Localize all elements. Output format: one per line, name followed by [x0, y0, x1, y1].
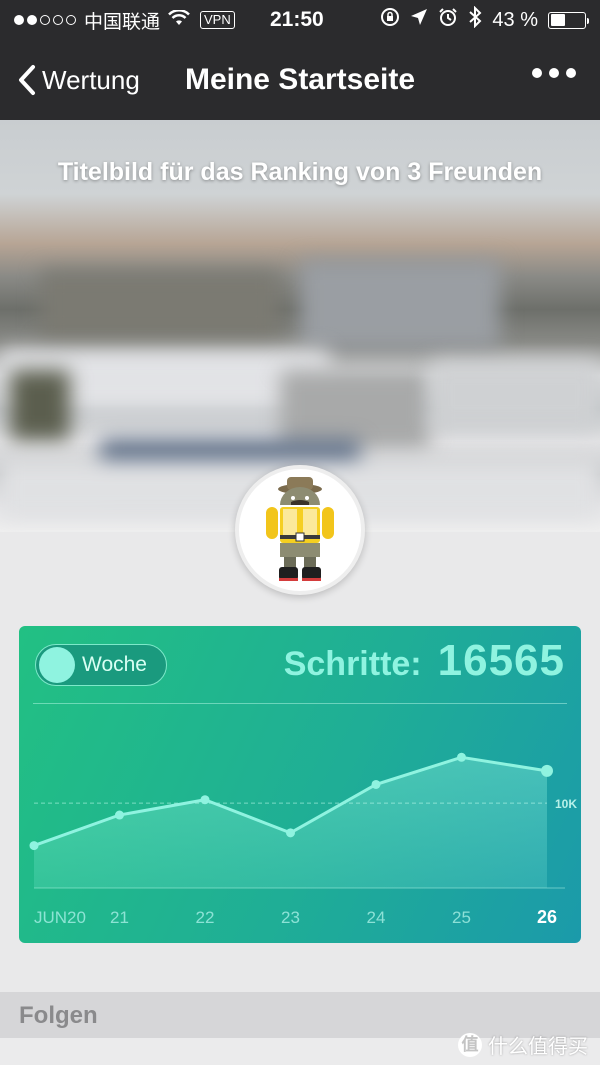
data-point [371, 779, 381, 789]
android-avatar-icon [266, 477, 334, 581]
status-time: 21:50 [270, 8, 324, 31]
x-tick-label: 25 [452, 908, 471, 927]
watermark-badge: 值 [458, 1032, 482, 1057]
x-tick-label: 24 [367, 908, 386, 927]
data-point [29, 841, 39, 851]
chart-area [34, 757, 547, 888]
signal-strength-icon [14, 15, 76, 25]
battery-percent: 43 % [492, 8, 538, 31]
more-options-button[interactable] [532, 68, 576, 78]
watermark: 值 什么值得买 [458, 1030, 588, 1059]
location-icon [410, 8, 428, 32]
steps-card[interactable]: Woche Schritte: 16565 10K JUN20 21 22 23 24 25… [19, 626, 581, 943]
page-title: Meine Startseite [184, 63, 416, 96]
vpn-badge: VPN [200, 11, 235, 29]
carrier-name: 中国联通 [84, 10, 161, 33]
navigation-bar: Wertung Meine Startseite [0, 40, 600, 120]
data-point [541, 764, 553, 777]
data-point [457, 752, 466, 762]
data-point [115, 810, 124, 820]
data-point [286, 828, 295, 838]
status-bar: 中国联通 VPN 21:50 43 % [0, 0, 600, 40]
x-tick-label: 23 [281, 908, 300, 927]
battery-icon [548, 11, 589, 29]
wifi-icon [168, 8, 190, 32]
cover-caption: Titelbild für das Ranking von 3 Freunden [57, 158, 543, 186]
bluetooth-icon [468, 5, 482, 34]
x-tick-label: 21 [110, 908, 129, 927]
steps-chart[interactable]: 10K JUN20 21 22 23 24 25 26 [19, 626, 581, 943]
alarm-icon [438, 7, 458, 33]
x-tick-label: 26 [537, 907, 557, 927]
x-tick-label: 22 [196, 908, 215, 927]
x-tick-label: JUN20 [34, 908, 86, 927]
watermark-text: 什么值得买 [488, 1034, 588, 1058]
orientation-lock-icon [380, 7, 400, 33]
avatar[interactable] [235, 465, 365, 595]
reference-line-label: 10K [555, 797, 577, 811]
data-point [200, 795, 210, 805]
